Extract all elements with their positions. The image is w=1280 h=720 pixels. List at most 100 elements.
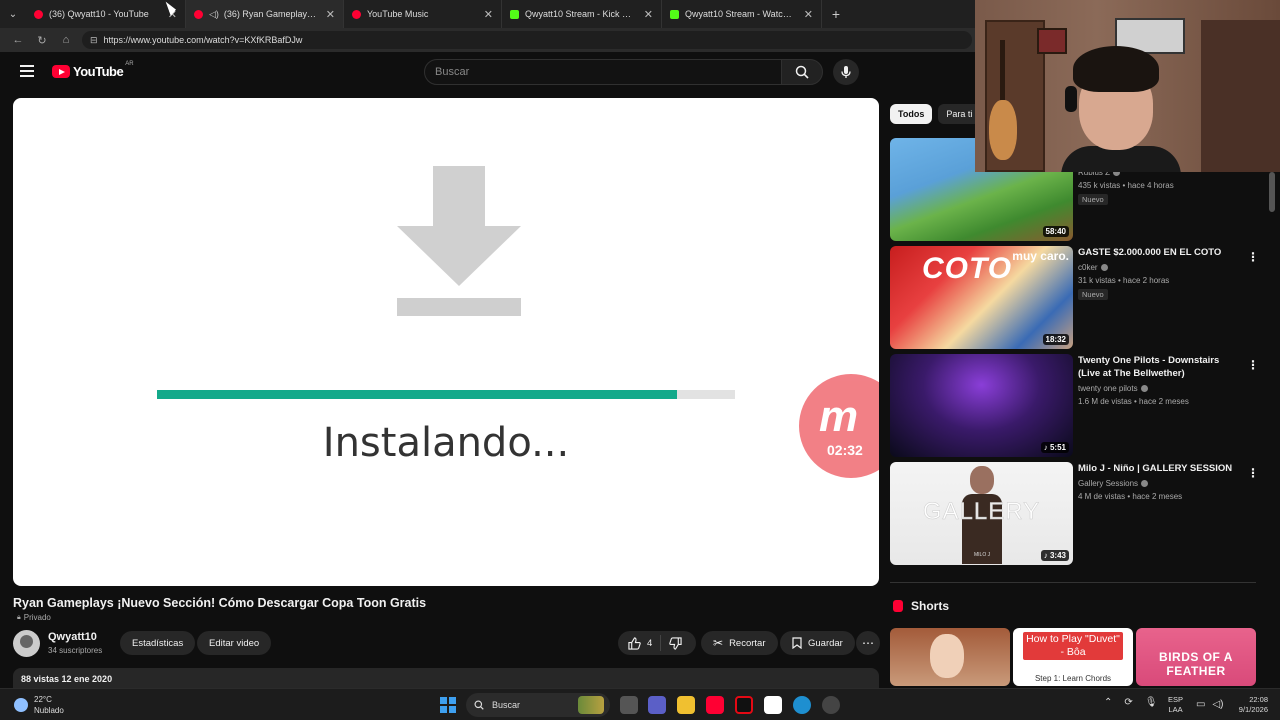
chevron-up-icon[interactable]: ⌃ — [1104, 697, 1112, 708]
badge-time: 02:32 — [827, 442, 863, 458]
taskbar-search[interactable]: Buscar — [466, 693, 610, 717]
duration-badge: ♪ 3:43 — [1040, 550, 1069, 561]
video-title[interactable]: Twenty One Pilots - Downstairs (Live at … — [1078, 354, 1240, 380]
search-input[interactable]: Buscar — [424, 59, 782, 85]
tab-youtube-music[interactable]: YouTube Music ✕ — [344, 0, 502, 28]
voice-search-button[interactable] — [833, 59, 859, 85]
youtube-favicon-icon — [34, 9, 43, 19]
url-text: https://www.youtube.com/watch?v=KXfKRBaf… — [103, 35, 303, 45]
weather-icon — [14, 698, 28, 712]
teams-icon[interactable] — [648, 696, 666, 714]
close-icon[interactable]: ✕ — [326, 8, 335, 21]
url-field[interactable]: ⊟ https://www.youtube.com/watch?v=KXfKRB… — [82, 31, 972, 49]
microphone-icon[interactable]: 🎙︎ — [1145, 697, 1158, 708]
channel-name[interactable]: Qwyatt10 — [48, 631, 97, 643]
webcam-overlay — [975, 0, 1280, 172]
logo-text: YouTube — [73, 64, 124, 79]
edit-video-button[interactable]: Editar video — [197, 631, 272, 655]
tab-title: YouTube Music — [367, 9, 429, 19]
tab-qwyatt-youtube[interactable]: (36) Qwyatt10 - YouTube ✕ — [26, 0, 186, 28]
kick-icon — [510, 9, 519, 19]
quick-settings[interactable]: ▭ ◁) — [1196, 699, 1223, 710]
more-options-icon[interactable]: ⋮ — [1247, 358, 1259, 372]
tab-list-button[interactable]: ⌄ — [0, 0, 26, 28]
video-thumbnail[interactable]: GALLERY MILO J ♪ 3:43 — [890, 462, 1073, 565]
short-thumbnail-face — [930, 634, 964, 678]
sync-icon[interactable]: ⟳ — [1124, 697, 1132, 708]
channel-name[interactable]: c0ker — [1078, 263, 1108, 272]
search-button[interactable] — [781, 59, 823, 85]
streamer-image — [1061, 46, 1181, 172]
dislike-button[interactable] — [661, 636, 682, 650]
more-options-icon[interactable]: ⋮ — [1247, 250, 1259, 264]
home-icon[interactable]: ⌂ — [54, 34, 78, 46]
video-player[interactable]: Instalando... m 02:32 — [13, 98, 879, 586]
site-info-icon[interactable]: ⊟ — [90, 35, 98, 46]
clock[interactable]: 22:08 9/1/2026 — [1228, 695, 1268, 715]
video-title[interactable]: GASTE $2.000.000 EN EL COTO — [1078, 246, 1240, 259]
like-dislike-group: 4 — [618, 631, 696, 655]
tab-ryan-gameplays[interactable]: ◁) (36) Ryan Gameplays ¡Nuevo ✕ — [186, 0, 344, 28]
scrollbar-thumb[interactable] — [1269, 172, 1275, 212]
task-view-icon[interactable] — [620, 696, 638, 714]
recommendation-item[interactable]: COTO muy caro. 18:32 GASTE $2.000.000 EN… — [890, 246, 1270, 350]
video-title[interactable]: Milo J - Niño | GALLERY SESSION — [1078, 462, 1240, 475]
close-icon[interactable]: ✕ — [804, 8, 813, 21]
verified-icon — [1140, 385, 1148, 393]
browser-tab-bar: ⌄ (36) Qwyatt10 - YouTube ✕ ◁) (36) Ryan… — [0, 0, 975, 28]
privacy-label: Privado — [23, 613, 51, 622]
recommendation-item[interactable]: GALLERY MILO J ♪ 3:43 Milo J - Niño | GA… — [890, 462, 1270, 566]
video-thumbnail[interactable]: ♪ 5:51 — [890, 354, 1073, 457]
youtube-app-icon[interactable] — [706, 696, 724, 714]
shorts-heading: Shorts — [893, 599, 949, 613]
youtube-logo[interactable]: YouTube AR — [52, 61, 134, 79]
recommendation-item[interactable]: ♪ 5:51 Twenty One Pilots - Downstairs (L… — [890, 354, 1270, 458]
start-button[interactable] — [440, 697, 456, 713]
like-count: 4 — [647, 637, 653, 649]
weather-widget[interactable]: 22°C Nublado — [14, 694, 64, 716]
address-bar: ← ↻ ⌂ ⊟ https://www.youtube.com/watch?v=… — [0, 28, 975, 52]
close-icon[interactable]: ✕ — [484, 8, 493, 21]
video-thumbnail[interactable]: COTO muy caro. 18:32 — [890, 246, 1073, 349]
file-explorer-icon[interactable] — [677, 696, 695, 714]
more-actions-button[interactable]: ⋯ — [856, 631, 880, 655]
youtube-header: YouTube AR Buscar — [0, 52, 975, 92]
shorts-icon — [893, 600, 903, 612]
short-item[interactable] — [890, 628, 1010, 686]
short-item[interactable]: How to Play "Duvet" - Bôa Step 1: Learn … — [1013, 628, 1133, 686]
duration-badge: 58:40 — [1042, 226, 1069, 237]
tab-kick-dashboard[interactable]: Qwyatt10 Stream - Kick Dashboard ✕ — [502, 0, 662, 28]
youtube-favicon-icon — [194, 9, 203, 19]
channel-avatar[interactable] — [13, 630, 40, 657]
short-item[interactable]: BIRDS OF A FEATHER — [1136, 628, 1256, 686]
tab-kick-live[interactable]: Qwyatt10 Stream - Watch Live on ✕ — [662, 0, 822, 28]
save-button[interactable]: Guardar — [780, 631, 855, 655]
menu-icon[interactable] — [20, 65, 34, 77]
more-options-icon[interactable]: ⋮ — [1247, 466, 1259, 480]
channel-name[interactable]: twenty one pilots — [1078, 384, 1148, 393]
new-tab-button[interactable]: + — [822, 6, 850, 22]
description-box[interactable]: 88 vistas 12 ene 2020 — [13, 668, 879, 688]
chip-all[interactable]: Todos — [890, 104, 933, 124]
monitor-icon: ▭ — [1196, 699, 1206, 710]
language-indicator[interactable]: ESP LAA — [1168, 695, 1183, 715]
speaker-icon[interactable]: ◁) — [209, 9, 219, 20]
clip-button[interactable]: ✂ Recortar — [701, 631, 778, 655]
webcam-background — [1201, 20, 1280, 172]
netflix-icon[interactable] — [735, 696, 753, 714]
system-tray: ⌃ ⟳ 🎙︎ — [1104, 697, 1157, 708]
language-line2: LAA — [1168, 705, 1183, 714]
close-icon[interactable]: ✕ — [644, 8, 653, 21]
store-icon[interactable] — [764, 696, 782, 714]
statistics-button[interactable]: Estadísticas — [120, 631, 196, 655]
edge-icon[interactable] — [793, 696, 811, 714]
search-icon — [474, 700, 484, 710]
lock-icon: 🔒︎ — [17, 613, 21, 621]
reload-icon[interactable]: ↻ — [30, 34, 54, 47]
youtube-play-icon — [52, 65, 70, 78]
like-button[interactable]: 4 — [618, 635, 662, 651]
taskbar: 22°C Nublado Buscar ⌃ ⟳ 🎙︎ ESP LAA ▭ ◁) … — [0, 688, 1280, 720]
obs-icon[interactable] — [822, 696, 840, 714]
back-icon[interactable]: ← — [6, 34, 30, 46]
channel-name[interactable]: Gallery Sessions — [1078, 479, 1149, 488]
